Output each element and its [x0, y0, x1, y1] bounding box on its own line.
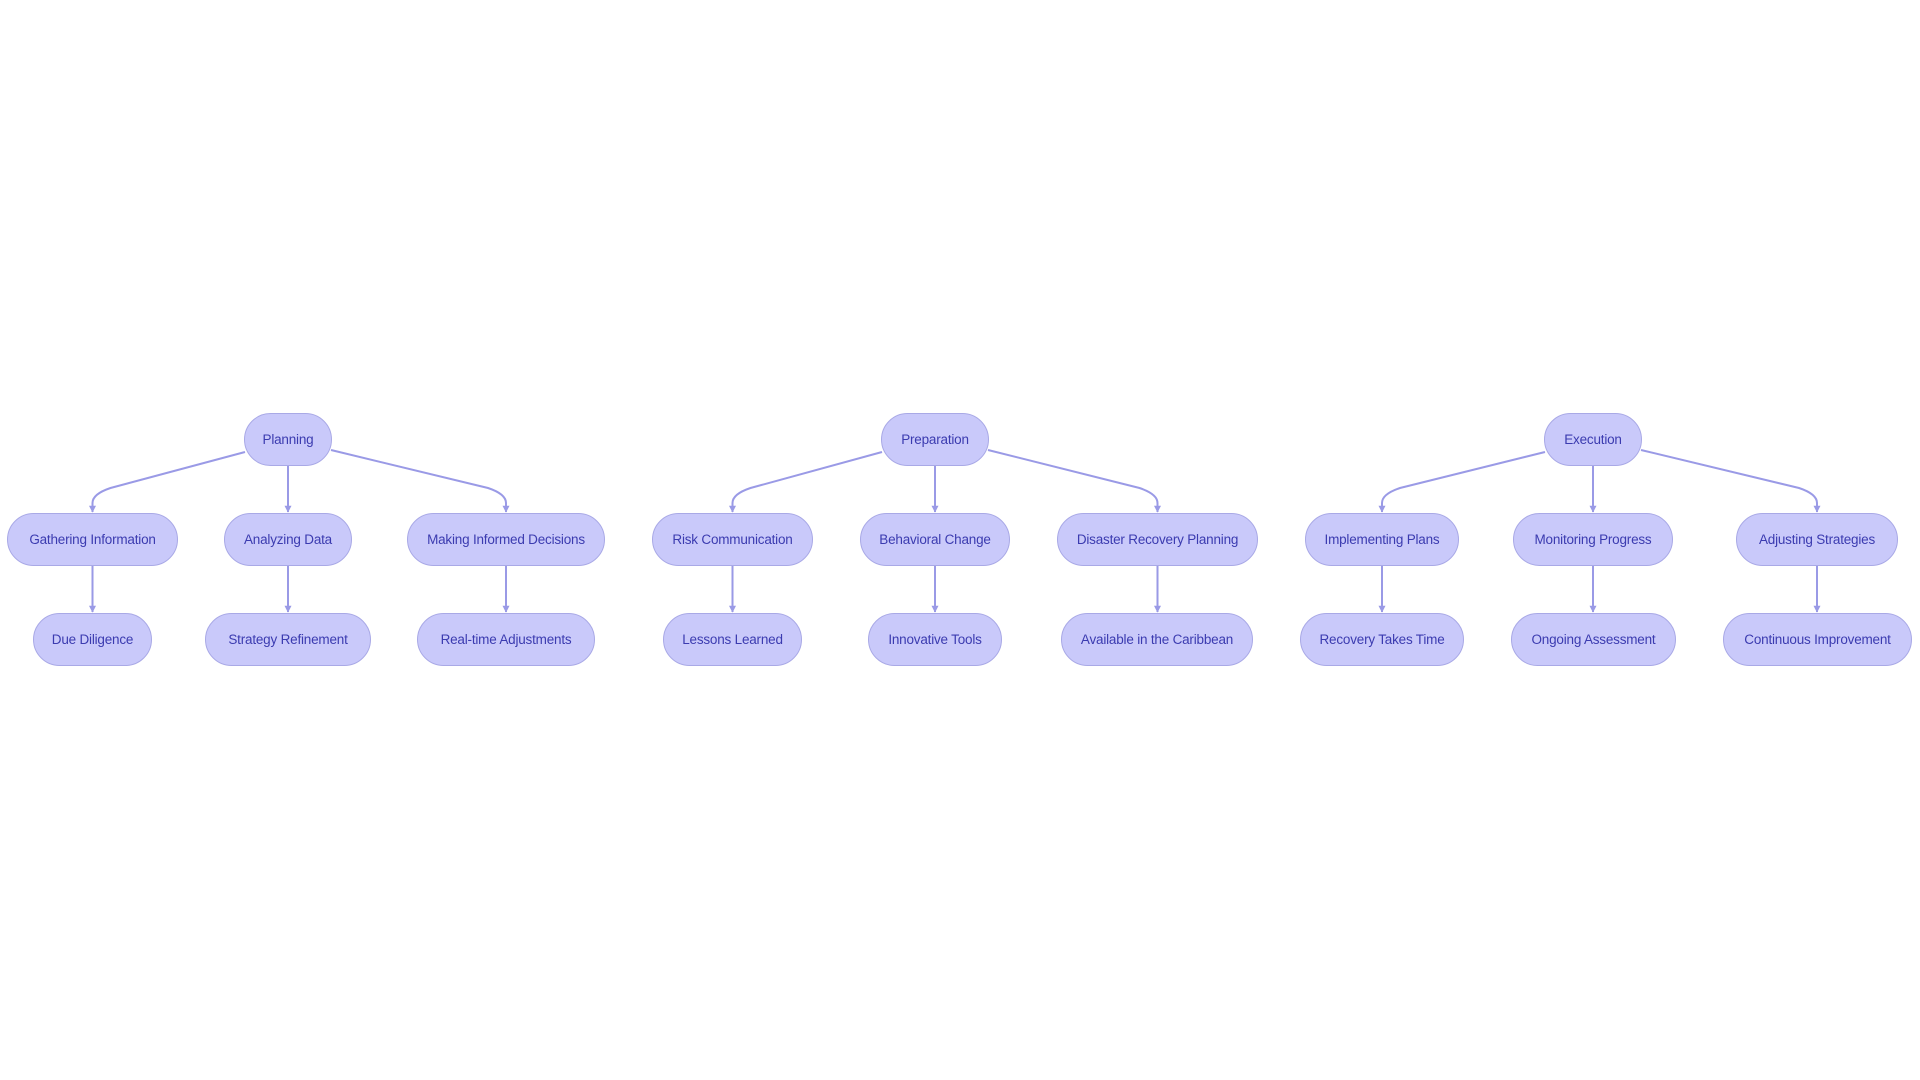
node-preparation[interactable]: Preparation	[881, 413, 989, 466]
node-planning[interactable]: Planning	[244, 413, 332, 466]
edge-root-to-child-0-0	[89, 451, 246, 513]
edge-root-to-child-1-0	[729, 451, 883, 513]
node-analyzing-data[interactable]: Analyzing Data	[224, 513, 352, 566]
node-real-time-adjustments[interactable]: Real-time Adjustments	[417, 613, 595, 666]
node-disaster-recovery-planning[interactable]: Disaster Recovery Planning	[1057, 513, 1258, 566]
edge-root-to-child-0-2	[330, 449, 510, 513]
node-risk-communication[interactable]: Risk Communication	[652, 513, 813, 566]
node-strategy-refinement[interactable]: Strategy Refinement	[205, 613, 371, 666]
node-monitoring-progress[interactable]: Monitoring Progress	[1513, 513, 1673, 566]
node-recovery-takes-time[interactable]: Recovery Takes Time	[1300, 613, 1464, 666]
edge-root-to-child-2-0	[1378, 451, 1546, 513]
node-making-informed-decisions[interactable]: Making Informed Decisions	[407, 513, 605, 566]
node-execution[interactable]: Execution	[1544, 413, 1642, 466]
node-lessons-learned[interactable]: Lessons Learned	[663, 613, 802, 666]
edge-root-to-child-1-2	[987, 449, 1161, 513]
node-gathering-information[interactable]: Gathering Information	[7, 513, 178, 566]
node-continuous-improvement[interactable]: Continuous Improvement	[1723, 613, 1912, 666]
node-available-in-the-caribbean[interactable]: Available in the Caribbean	[1061, 613, 1253, 666]
node-behavioral-change[interactable]: Behavioral Change	[860, 513, 1010, 566]
node-adjusting-strategies[interactable]: Adjusting Strategies	[1736, 513, 1898, 566]
node-innovative-tools[interactable]: Innovative Tools	[868, 613, 1002, 666]
edge-root-to-child-2-2	[1640, 449, 1821, 513]
node-due-diligence[interactable]: Due Diligence	[33, 613, 152, 666]
node-ongoing-assessment[interactable]: Ongoing Assessment	[1511, 613, 1676, 666]
node-implementing-plans[interactable]: Implementing Plans	[1305, 513, 1459, 566]
